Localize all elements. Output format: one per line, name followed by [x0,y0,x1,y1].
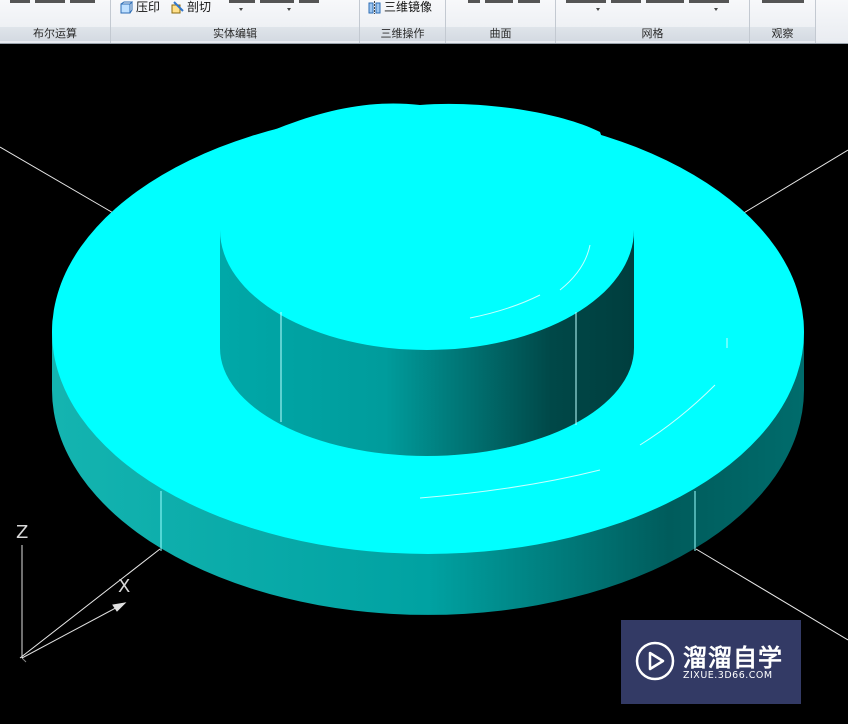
dropdown-arrow-icon[interactable] [596,8,600,11]
panel-solid-editing: 压印 剖切 实体编辑 [111,0,360,43]
slice-icon [171,0,184,13]
mirror3d-button[interactable]: 三维镜像 [368,0,432,14]
panel-3d-operations: 三维镜像 三维操作 [360,0,446,43]
panel-title-mesh[interactable]: 网格 [556,27,749,41]
ucs-x-axis-label: X [118,576,131,597]
mirror3d-label: 三维镜像 [384,0,433,14]
boss-cylinder-top[interactable] [220,110,634,350]
panel-boolean: 布尔运算 [0,0,111,43]
clipped-tools [229,0,349,6]
panel-mesh: 网格 [556,0,750,43]
clipped-tools [10,0,105,6]
ucs-z-axis-label: Z [16,522,29,543]
clipped-tools [566,0,746,6]
panel-surface: 曲面 [446,0,556,43]
dropdown-arrow-icon[interactable] [287,8,291,11]
dropdown-arrow-icon[interactable] [239,8,243,11]
play-icon [635,641,675,681]
panel-title-3d-operations[interactable]: 三维操作 [360,27,445,41]
panel-view: 观察 [750,0,816,43]
mirror-icon [368,0,381,14]
watermark-title: 溜溜自学 [683,644,783,672]
panel-title-boolean[interactable]: 布尔运算 [0,27,110,41]
imprint-button[interactable]: 压印 [120,0,160,14]
watermark: 溜溜自学 ZIXUE.3D66.COM [621,620,801,704]
dropdown-arrow-icon[interactable] [714,8,718,11]
imprint-label: 压印 [136,0,161,14]
clipped-tools [762,0,812,6]
section-label: 剖切 [187,0,212,14]
clipped-tools [468,0,548,6]
section-button[interactable]: 剖切 [171,0,211,14]
imprint-icon [120,1,133,13]
ribbon: 布尔运算 压印 剖切 实体编辑 三维镜像 三维操作 曲面 网格 观察 [0,0,848,44]
panel-title-view[interactable]: 观察 [750,27,815,41]
panel-title-solid-editing[interactable]: 实体编辑 [111,27,359,41]
panel-title-surface[interactable]: 曲面 [446,27,555,41]
watermark-subtitle: ZIXUE.3D66.COM [683,670,773,681]
